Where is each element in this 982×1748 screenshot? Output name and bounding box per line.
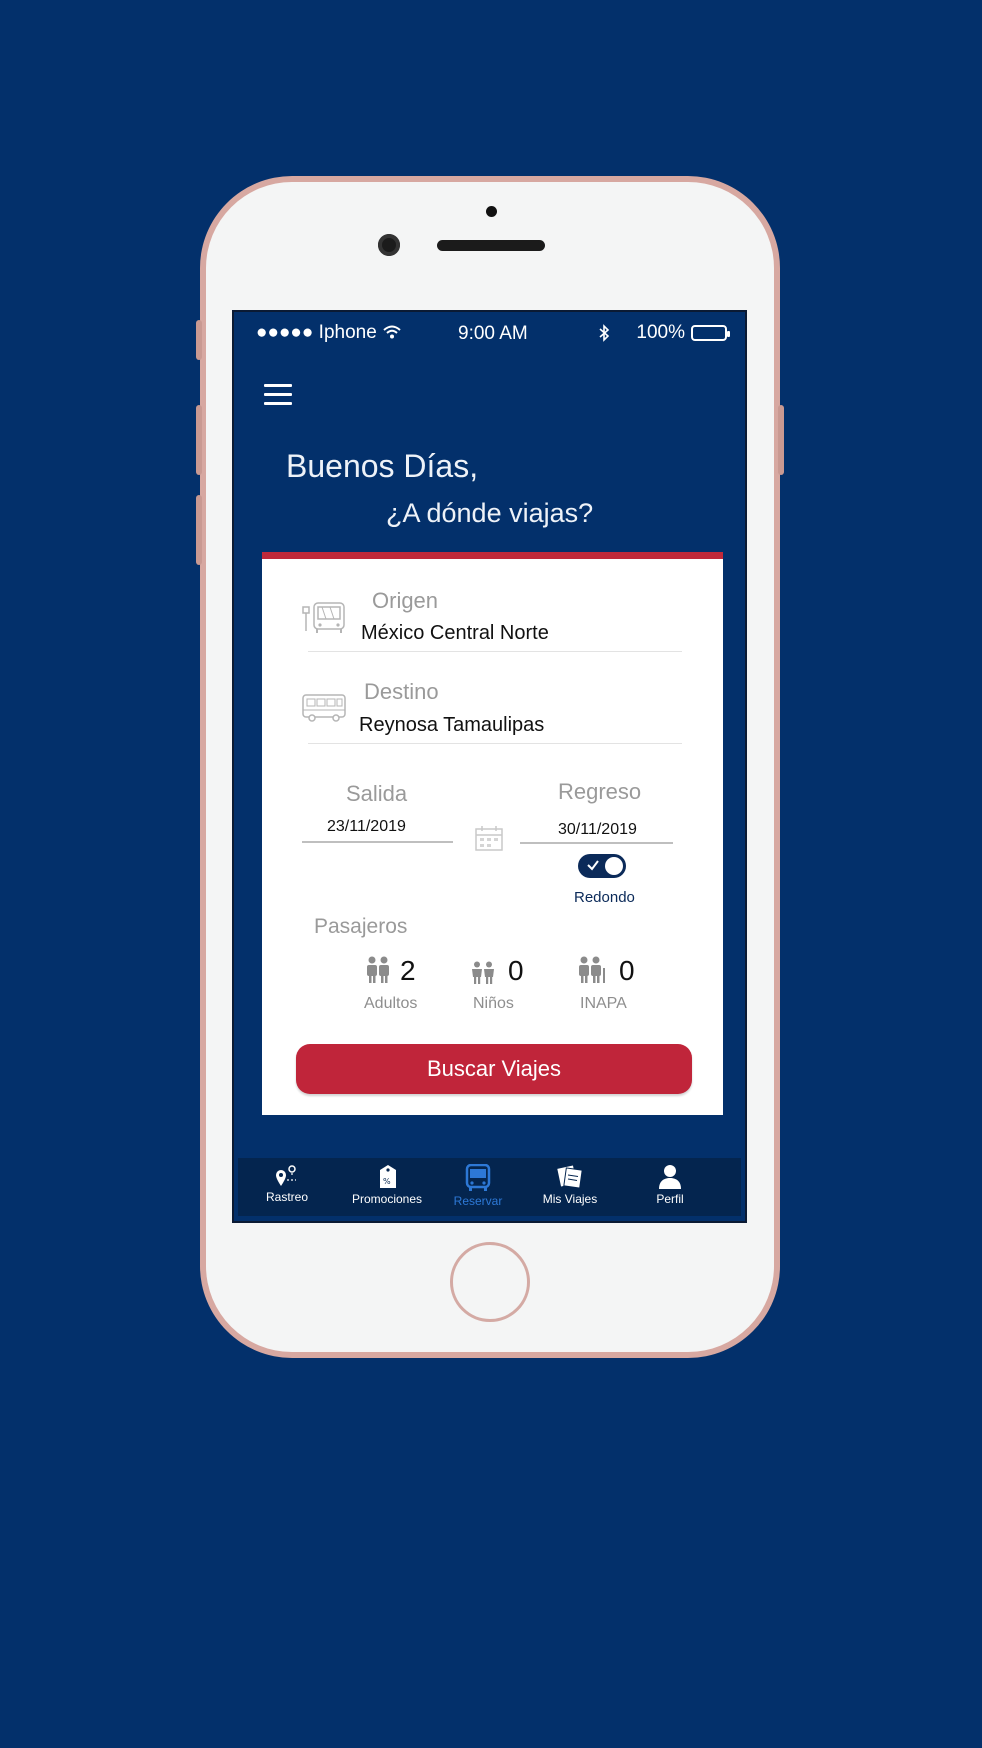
destination-divider — [308, 743, 682, 744]
tab-perfil-label: Perfil — [656, 1192, 684, 1206]
return-label: Regreso — [558, 779, 642, 804]
round-trip-toggle[interactable] — [578, 854, 626, 878]
seniors-count[interactable]: 0 — [619, 955, 635, 987]
discount-tag-icon: % — [380, 1165, 396, 1188]
search-card: Origen México Central Norte Destino Reyn… — [262, 552, 723, 1115]
status-bar: ●●●●● Iphone 9:00 AM 100% — [234, 320, 745, 346]
return-underline — [520, 842, 673, 844]
tab-reservar-label: Reservar — [453, 1194, 503, 1208]
volume-up-button — [196, 405, 202, 475]
seniors-icon — [579, 956, 605, 983]
tab-reservar[interactable]: Reservar — [438, 1158, 518, 1216]
bus-stop-icon — [302, 602, 345, 633]
tab-promociones-label: Promociones — [351, 1192, 423, 1206]
departure-underline — [302, 841, 453, 843]
departure-date-field[interactable]: 23/11/2019 — [327, 818, 406, 836]
tab-perfil[interactable]: Perfil — [630, 1158, 710, 1216]
origin-field[interactable]: México Central Norte — [361, 622, 549, 645]
proximity-sensor — [486, 206, 497, 217]
bottom-tab-bar: Rastreo % Promociones Reservar Mis Viaje… — [238, 1158, 741, 1216]
greeting-subtitle: ¿A dónde viajas? — [386, 498, 594, 528]
location-pin-icon — [276, 1165, 296, 1186]
passengers-label: Pasajeros — [314, 915, 408, 938]
front-camera — [378, 234, 400, 256]
battery-percent: 100% — [636, 322, 685, 343]
tab-promociones[interactable]: % Promociones — [342, 1158, 432, 1216]
destination-label: Destino — [364, 679, 439, 704]
tickets-icon — [557, 1165, 583, 1189]
seniors-label: INAPA — [580, 995, 627, 1012]
calendar-icon[interactable] — [475, 825, 503, 851]
volume-down-button — [196, 495, 202, 565]
children-label: Niños — [473, 995, 514, 1012]
departure-label: Salida — [346, 781, 408, 806]
tab-mis-viajes[interactable]: Mis Viajes — [530, 1158, 610, 1216]
children-count[interactable]: 0 — [508, 955, 524, 987]
tab-rastreo[interactable]: Rastreo — [252, 1158, 322, 1216]
adults-count[interactable]: 2 — [400, 955, 416, 987]
status-right: 100% — [598, 322, 730, 344]
home-button[interactable] — [450, 1242, 530, 1322]
user-icon — [659, 1165, 681, 1189]
bus-icon — [465, 1164, 491, 1191]
svg-text:%: % — [383, 1177, 391, 1186]
hamburger-menu-icon[interactable] — [264, 384, 292, 406]
greeting-title: Buenos Días, — [286, 448, 479, 484]
adults-icon — [367, 956, 389, 983]
bus-icon — [302, 694, 346, 722]
mute-switch — [196, 320, 202, 360]
power-button — [778, 405, 784, 475]
adults-label: Adultos — [364, 995, 418, 1012]
tab-mis-viajes-label: Mis Viajes — [542, 1192, 598, 1206]
origin-divider — [308, 651, 682, 652]
origin-label: Origen — [372, 588, 439, 613]
earpiece-speaker — [437, 240, 545, 251]
wifi-icon — [383, 325, 401, 339]
bluetooth-icon — [599, 324, 610, 342]
children-icon — [472, 961, 494, 984]
destination-field[interactable]: Reynosa Tamaulipas — [359, 714, 544, 737]
clock: 9:00 AM — [458, 323, 528, 344]
search-trips-button[interactable]: Buscar Viajes — [296, 1044, 692, 1094]
carrier-label: ●●●●● Iphone — [256, 322, 402, 344]
check-icon — [587, 860, 599, 871]
round-trip-label: Redondo — [574, 889, 635, 906]
return-date-field[interactable]: 30/11/2019 — [558, 821, 637, 839]
app-screen: ●●●●● Iphone 9:00 AM 100% Buenos Días, ¿… — [232, 310, 747, 1223]
battery-icon — [691, 325, 730, 341]
tab-rastreo-label: Rastreo — [265, 1190, 309, 1204]
